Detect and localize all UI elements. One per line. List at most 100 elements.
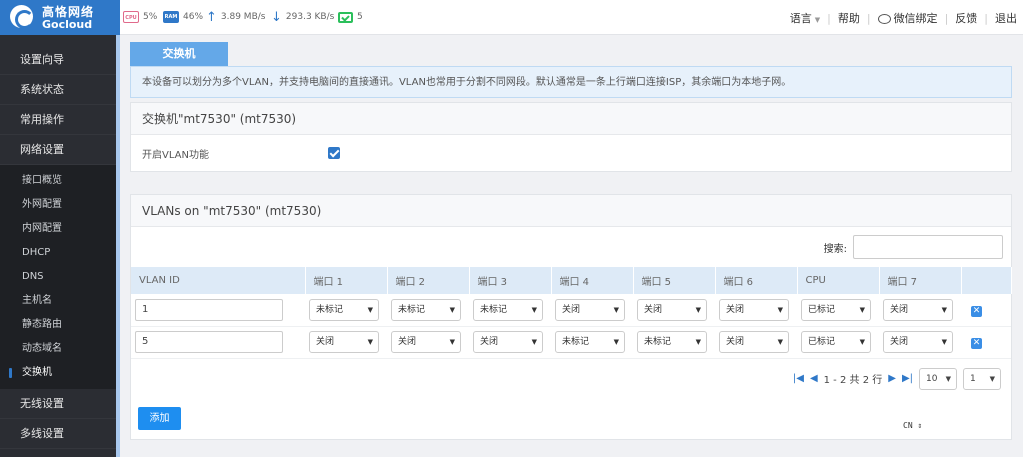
tab-switch[interactable]: 交换机	[130, 42, 228, 66]
network-submenu: 接口概览 外网配置 内网配置 DHCP DNS 主机名 静态路由 动态域名 交换…	[0, 165, 120, 389]
chevron-down-icon: ▼	[613, 338, 619, 346]
port-7-select[interactable]: 关闭 ▼	[883, 298, 953, 321]
vlan-enable-row: 开启VLAN功能	[131, 135, 1011, 171]
upload-arrow-icon: ↑	[206, 9, 217, 25]
cpu-select[interactable]: 已标记 ▼	[801, 331, 871, 353]
table-row: 5 关闭 ▼ 关闭 ▼ 关闭 ▼ 未标记 ▼ 未标记 ▼ 关闭 ▼ 已标记 ▼ 关闭 ▼ ✕	[131, 326, 1011, 359]
chevron-down-icon: ▼	[367, 338, 373, 346]
table-row: 1 未标记 ▼ 未标记 ▼ 未标记 ▼ 关闭 ▼ 关闭 ▼ 关闭 ▼ 已标记 ▼ 关闭 ▼ ✕	[131, 294, 1011, 327]
chevron-down-icon: ▼	[613, 305, 619, 314]
feedback-link[interactable]: 反馈	[955, 10, 977, 26]
cpu-usage: CPU 5%	[123, 10, 157, 24]
search-input[interactable]	[853, 235, 1003, 259]
col-port-1[interactable]: 端口 1	[305, 267, 388, 294]
online-terminals[interactable]: 5	[338, 10, 363, 24]
cpu-icon: CPU	[123, 11, 139, 23]
col-port-2[interactable]: 端口 2	[387, 267, 470, 294]
port-7-select[interactable]: 关闭 ▼	[883, 331, 953, 353]
wechat-bind-link[interactable]: 微信绑定	[877, 10, 938, 26]
sidebar-item-wireless[interactable]: 无线设置	[0, 389, 120, 419]
brand-logo[interactable]: 高恪网络 Gocloud	[0, 0, 120, 35]
prev-page-icon[interactable]: ◀	[810, 373, 818, 384]
chevron-down-icon: ▼	[777, 305, 783, 314]
chevron-down-icon: ▼	[695, 305, 701, 314]
download-value: 293.3 KB/s	[285, 12, 335, 22]
sidebar: 设置向导 系统状态 常用操作 网络设置 接口概览 外网配置 内网配置 DHCP …	[0, 35, 120, 457]
col-port-4[interactable]: 端口 4	[551, 267, 634, 294]
col-vlan-id[interactable]: VLAN ID	[131, 267, 306, 294]
vlan-table-panel: VLANs on "mt7530" (mt7530) 搜索: VLAN ID 端…	[130, 194, 1012, 440]
chevron-down-icon: ▼	[945, 374, 951, 383]
last-page-icon[interactable]: ▶|	[902, 373, 913, 384]
language-menu[interactable]: 语言 ▼	[790, 10, 820, 26]
sidebar-item-dhcp[interactable]: DHCP	[0, 241, 120, 265]
chevron-down-icon: ▼	[941, 305, 947, 314]
sidebar-item-static-route[interactable]: 静态路由	[0, 313, 120, 337]
port-4-select[interactable]: 未标记 ▼	[555, 331, 625, 353]
page-scrollbar[interactable]	[1014, 35, 1023, 457]
port-6-select[interactable]: 关闭 ▼	[719, 331, 789, 353]
sidebar-item-system-status[interactable]: 系统状态	[0, 75, 120, 105]
add-vlan-button[interactable]: 添加	[138, 407, 181, 430]
gocloud-logo-icon	[10, 5, 34, 29]
sidebar-item-switch[interactable]: 交换机	[0, 361, 120, 385]
top-bar: 高恪网络 Gocloud CPU 5% RAM 46% ↑ 3.89 MB/s …	[0, 0, 1023, 35]
vlan-id-input[interactable]: 5	[135, 331, 283, 353]
cpu-value: 5%	[143, 12, 158, 22]
sidebar-item-interface-overview[interactable]: 接口概览	[0, 169, 120, 193]
vlan-enable-checkbox[interactable]	[328, 147, 340, 159]
sidebar-item-dns[interactable]: DNS	[0, 265, 120, 289]
switch-settings-panel: 交换机"mt7530" (mt7530) 开启VLAN功能	[130, 102, 1012, 172]
search-row: 搜索:	[131, 227, 1011, 267]
sidebar-item-setup-wizard[interactable]: 设置向导	[0, 45, 120, 75]
port-6-select[interactable]: 关闭 ▼	[719, 298, 789, 321]
ram-usage: RAM 46%	[163, 10, 203, 24]
page-number-select[interactable]: 1 ▼	[963, 367, 1001, 390]
logout-link[interactable]: 退出	[995, 10, 1017, 26]
sidebar-item-lan-config[interactable]: 内网配置	[0, 217, 120, 241]
port-1-select[interactable]: 未标记 ▼	[309, 298, 379, 321]
vlan-enable-label: 开启VLAN功能	[142, 149, 209, 161]
sidebar-item-common-ops[interactable]: 常用操作	[0, 105, 120, 135]
chevron-down-icon: ▼	[859, 338, 865, 346]
input-method-indicator: CN ⇕	[903, 420, 923, 430]
col-cpu[interactable]: CPU	[797, 267, 880, 294]
wechat-icon	[877, 14, 891, 24]
port-4-select[interactable]: 关闭 ▼	[555, 298, 625, 321]
port-1-select[interactable]: 关闭 ▼	[309, 331, 379, 353]
top-menu: 语言 ▼ | 帮助 | 微信绑定 | 反馈 | 退出	[789, 10, 1017, 26]
delete-row-icon[interactable]: ✕	[971, 338, 982, 349]
cpu-select[interactable]: 已标记 ▼	[801, 298, 871, 321]
col-port-7[interactable]: 端口 7	[879, 267, 962, 294]
add-row: 添加 CN ⇕	[131, 399, 1011, 439]
port-5-select[interactable]: 未标记 ▼	[637, 331, 707, 353]
first-page-icon[interactable]: |◀	[793, 373, 804, 384]
port-3-select[interactable]: 未标记 ▼	[473, 298, 543, 321]
sidebar-scrollbar[interactable]	[116, 35, 120, 457]
switch-panel-title: 交换机"mt7530" (mt7530)	[131, 103, 1011, 135]
chevron-down-icon: ▼	[531, 338, 537, 346]
col-port-6[interactable]: 端口 6	[715, 267, 798, 294]
port-3-select[interactable]: 关闭 ▼	[473, 331, 543, 353]
chevron-down-icon: ▼	[531, 305, 537, 314]
port-2-select[interactable]: 关闭 ▼	[391, 331, 461, 353]
vlan-id-input[interactable]: 1	[135, 298, 283, 321]
col-port-3[interactable]: 端口 3	[469, 267, 552, 294]
port-5-select[interactable]: 关闭 ▼	[637, 298, 707, 321]
chevron-down-icon: ▼	[449, 338, 455, 346]
page-size-select[interactable]: 10 ▼	[919, 367, 957, 390]
sidebar-item-wan-config[interactable]: 外网配置	[0, 193, 120, 217]
sidebar-item-ddns[interactable]: 动态域名	[0, 337, 120, 361]
next-page-icon[interactable]: ▶	[888, 373, 896, 384]
col-port-5[interactable]: 端口 5	[633, 267, 716, 294]
table-header-row: VLAN ID 端口 1 端口 2 端口 3 端口 4 端口 5 端口 6 CP…	[131, 267, 1012, 294]
chevron-down-icon: ▼	[449, 305, 455, 314]
help-link[interactable]: 帮助	[838, 10, 860, 26]
sidebar-item-hostname[interactable]: 主机名	[0, 289, 120, 313]
port-2-select[interactable]: 未标记 ▼	[391, 298, 461, 321]
upload-rate: ↑ 3.89 MB/s	[206, 9, 265, 25]
sidebar-item-network-settings[interactable]: 网络设置	[0, 135, 120, 165]
main-content: 交换机 本设备可以划分为多个VLAN，并支持电脑间的直接通讯。VLAN也常用于分…	[130, 42, 1012, 440]
sidebar-item-multiline[interactable]: 多线设置	[0, 419, 120, 449]
delete-row-icon[interactable]: ✕	[971, 305, 982, 317]
